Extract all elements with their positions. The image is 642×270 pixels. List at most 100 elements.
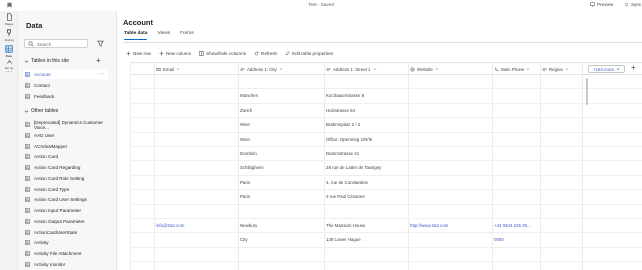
table-cell[interactable]: 0000 [492, 233, 540, 247]
rail-item-data[interactable]: Data [0, 45, 18, 58]
filter-icon[interactable] [97, 40, 104, 47]
table-row[interactable] [130, 248, 642, 263]
section-other-tables[interactable]: Other tables [24, 108, 58, 114]
table-cell[interactable] [408, 161, 492, 175]
table-cell[interactable] [408, 118, 492, 132]
section-tables-in-site[interactable]: Tables in this site [24, 58, 69, 64]
table-row[interactable]: City 129 Lower Hague 0000 [130, 233, 642, 248]
refresh-button[interactable]: Refresh [254, 51, 277, 56]
table-cell[interactable] [408, 248, 492, 262]
table-cell[interactable] [492, 104, 540, 118]
table-cell[interactable] [154, 118, 238, 132]
table-cell[interactable] [492, 248, 540, 262]
table-cell[interactable] [540, 205, 582, 219]
sync-button[interactable]: Sync [624, 2, 641, 7]
table-cell[interactable] [540, 233, 582, 247]
table-cell[interactable] [154, 133, 238, 147]
table-cell[interactable] [408, 205, 492, 219]
table-item[interactable]: [Deprecated] Dynamics Customer Voice... [23, 120, 108, 130]
table-cell[interactable] [154, 161, 238, 175]
table-item[interactable]: AAD User [23, 131, 108, 140]
table-cell[interactable] [154, 205, 238, 219]
table-cell[interactable] [540, 219, 582, 233]
table-cell[interactable]: München [238, 89, 324, 103]
table-item-feedback[interactable]: Feedback [23, 92, 108, 101]
table-row[interactable]: Wien Brahmsplatz 2 / 2 [130, 118, 642, 133]
table-cell[interactable] [540, 176, 582, 190]
table-item[interactable]: ACIViewMapper [23, 142, 108, 151]
table-cell[interactable] [492, 161, 540, 175]
table-cell[interactable] [492, 147, 540, 161]
table-cell[interactable] [324, 248, 408, 262]
table-item[interactable]: Action Output Parameter [23, 217, 108, 226]
table-cell[interactable]: Office: Opernring 1/R/III [324, 133, 408, 147]
table-row[interactable]: Dornbirn Dammstrasse 41 [130, 147, 642, 162]
table-item[interactable]: Action Card User Settings [23, 195, 108, 204]
rail-item-pages[interactable]: Pages [0, 13, 18, 26]
column-header[interactable]: Region [540, 63, 582, 75]
column-header[interactable]: Email [154, 63, 238, 75]
table-cell[interactable]: City [238, 233, 324, 247]
table-cell[interactable] [324, 75, 408, 89]
table-cell[interactable] [408, 89, 492, 103]
table-row[interactable]: Wien Office: Opernring 1/R/III [130, 133, 642, 147]
table-item[interactable]: Activity File Attachment [23, 249, 108, 258]
table-cell[interactable] [492, 176, 540, 190]
table-cell[interactable] [540, 190, 582, 204]
table-cell[interactable] [540, 161, 582, 175]
table-item[interactable]: Activity [23, 238, 108, 247]
column-header[interactable]: Address 1: City [238, 63, 324, 75]
tab-views[interactable]: Views [157, 31, 170, 40]
add-table-button[interactable]: + [96, 57, 101, 65]
table-cell[interactable]: Wien [238, 133, 324, 147]
table-cell[interactable]: Holzstrasse 84 [324, 104, 408, 118]
table-cell[interactable] [408, 176, 492, 190]
table-item[interactable]: Action Input Parameter [23, 206, 108, 215]
table-item[interactable]: Action Card Regarding [23, 163, 108, 172]
table-cell[interactable] [408, 75, 492, 89]
rail-item-styling[interactable]: Styling [0, 29, 18, 42]
column-header[interactable]: Website [408, 63, 492, 75]
table-cell[interactable] [408, 133, 492, 147]
table-cell[interactable] [238, 75, 324, 89]
table-item-account[interactable]: Account ··· [23, 70, 108, 79]
table-cell[interactable] [492, 89, 540, 103]
table-cell[interactable] [492, 205, 540, 219]
table-cell[interactable] [154, 75, 238, 89]
table-cell[interactable] [540, 75, 582, 89]
table-cell[interactable] [154, 147, 238, 161]
table-cell[interactable]: 28 rue de Lattre de Tassigny [324, 161, 408, 175]
table-cell[interactable] [492, 75, 540, 89]
table-item[interactable]: Activity monitor [23, 260, 108, 269]
table-item[interactable]: ActionCardUserState [23, 228, 108, 237]
table-item-contact[interactable]: Contact [23, 81, 108, 90]
table-cell[interactable] [154, 104, 238, 118]
table-cell[interactable] [154, 176, 238, 190]
table-cell[interactable] [408, 147, 492, 161]
table-cell[interactable]: Dammstrasse 41 [324, 147, 408, 161]
table-cell[interactable]: +44 0844 225 05... [492, 219, 540, 233]
table-cell[interactable] [540, 248, 582, 262]
show-hide-columns-button[interactable]: Show/hide columns [199, 51, 246, 56]
table-row[interactable]: Paris 3 rue Paul Cézanne [130, 190, 642, 205]
table-cell[interactable] [540, 133, 582, 147]
table-cell[interactable] [408, 233, 492, 247]
table-cell[interactable]: http://www.2a2.com [408, 219, 492, 233]
table-cell[interactable]: 129 Lower Hague [324, 233, 408, 247]
table-cell[interactable] [540, 118, 582, 132]
table-cell[interactable]: 3 rue Paul Cézanne [324, 190, 408, 204]
table-cell[interactable]: Wien [238, 118, 324, 132]
table-cell[interactable] [492, 133, 540, 147]
table-cell[interactable]: 3, rue de Constantine [324, 176, 408, 190]
table-cell[interactable] [324, 205, 408, 219]
edit-table-properties-button[interactable]: Edit table properties [285, 51, 333, 56]
table-item[interactable]: Action Card Role Setting [23, 174, 108, 183]
tab-table-data[interactable]: Table data [124, 31, 148, 40]
more-options-icon[interactable]: ··· [99, 71, 104, 77]
tab-forms[interactable]: Forms [180, 31, 194, 40]
table-row[interactable]: info@2a2.com Newbury The Mansion House http… [130, 219, 642, 234]
column-header[interactable]: Main Phone [492, 63, 540, 75]
table-cell[interactable] [408, 190, 492, 204]
table-cell[interactable] [154, 89, 238, 103]
table-cell[interactable] [154, 190, 238, 204]
